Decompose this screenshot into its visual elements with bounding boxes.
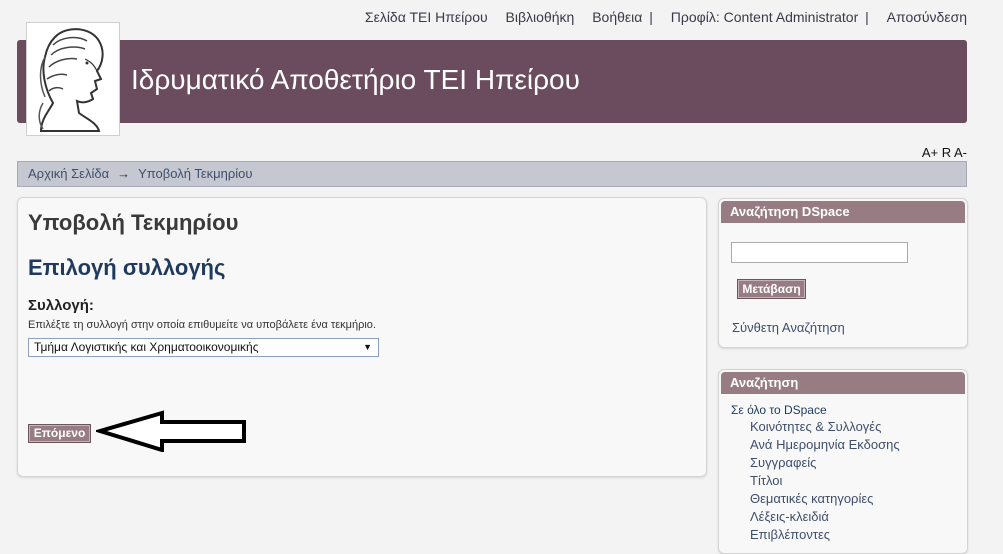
browse-list: Κοινότητες & Συλλογές Ανά Ημερομηνία Εκδ… (750, 418, 900, 544)
sidebar-search-panel: Αναζήτηση DSpace Μετάβαση Σύνθετη Αναζήτ… (718, 198, 968, 348)
institution-logo[interactable] (26, 22, 120, 136)
page-title: Υποβολή Τεκμηρίου (28, 210, 239, 235)
browse-item-subjects[interactable]: Θεματικές κατηγορίες (750, 490, 900, 508)
font-decrease-button[interactable]: A- (954, 145, 967, 160)
browse-item-authors[interactable]: Συγγραφείς (750, 454, 900, 472)
nav-link-help[interactable]: Βοήθεια (592, 9, 642, 25)
breadcrumb-arrow-icon: → (117, 166, 131, 181)
classical-head-logo-icon (27, 23, 119, 135)
submission-panel: Υποβολή Τεκμηρίου Επιλογή συλλογής Συλλο… (17, 197, 707, 477)
nav-separator: | (649, 9, 653, 25)
left-arrow-annotation-icon (96, 410, 246, 452)
font-increase-button[interactable]: A+ (922, 145, 938, 160)
top-navigation: Σελίδα ΤΕΙ Ηπείρου Βιβλιοθήκη Βοήθεια | … (365, 9, 967, 25)
browse-item-by-date[interactable]: Ανά Ημερομηνία Εκδοσης (750, 436, 900, 454)
nav-link-library[interactable]: Βιβλιοθήκη (506, 9, 575, 25)
advanced-search-link[interactable]: Σύνθετη Αναζήτηση (732, 320, 845, 335)
browse-item-communities[interactable]: Κοινότητες & Συλλογές (750, 418, 900, 436)
browse-item-keywords[interactable]: Λέξεις-κλειδιά (750, 508, 900, 526)
next-button[interactable]: Επόμενο (28, 424, 91, 443)
search-go-button[interactable]: Μετάβαση (737, 279, 806, 299)
nav-separator: | (865, 9, 869, 25)
collection-select[interactable]: Τμήμα Λογιστικής και Χρηματοοικονομικής … (28, 338, 379, 357)
font-size-controls: A+ R A- (922, 145, 967, 160)
sidebar-browse-panel: Αναζήτηση Σε όλο το DSpace Κοινότητες & … (718, 369, 968, 554)
dropdown-caret-icon: ▼ (363, 342, 372, 352)
nav-link-profile[interactable]: Προφίλ: Content Administrator (671, 9, 858, 25)
section-title: Επιλογή συλλογής (28, 255, 226, 280)
breadcrumb-home-link[interactable]: Αρχική Σελίδα (28, 166, 109, 181)
collection-field-help: Επιλέξτε τη συλλογή στην οποία επιθυμείτ… (28, 319, 376, 331)
collection-field-label: Συλλογή: (28, 297, 94, 314)
browse-scope-label: Σε όλο το DSpace (731, 403, 827, 417)
search-input[interactable] (731, 242, 908, 263)
collection-select-value: Τμήμα Λογιστικής και Χρηματοοικονομικής (34, 340, 259, 354)
sidebar-search-title: Αναζήτηση DSpace (721, 201, 965, 223)
browse-item-titles[interactable]: Τίτλοι (750, 472, 900, 490)
breadcrumb: Αρχική Σελίδα → Υποβολή Τεκμηρίου (17, 161, 967, 187)
sidebar-browse-title: Αναζήτηση (721, 372, 965, 394)
breadcrumb-current: Υποβολή Τεκμηρίου (138, 166, 253, 181)
site-title[interactable]: Ιδρυματικό Αποθετήριο ΤΕΙ Ηπείρου (131, 64, 580, 96)
nav-link-tei-home[interactable]: Σελίδα ΤΕΙ Ηπείρου (365, 9, 488, 25)
browse-item-advisors[interactable]: Επιβλέποντες (750, 526, 900, 544)
font-reset-button[interactable]: R (942, 145, 951, 160)
nav-link-logout[interactable]: Αποσύνδεση (887, 9, 967, 25)
